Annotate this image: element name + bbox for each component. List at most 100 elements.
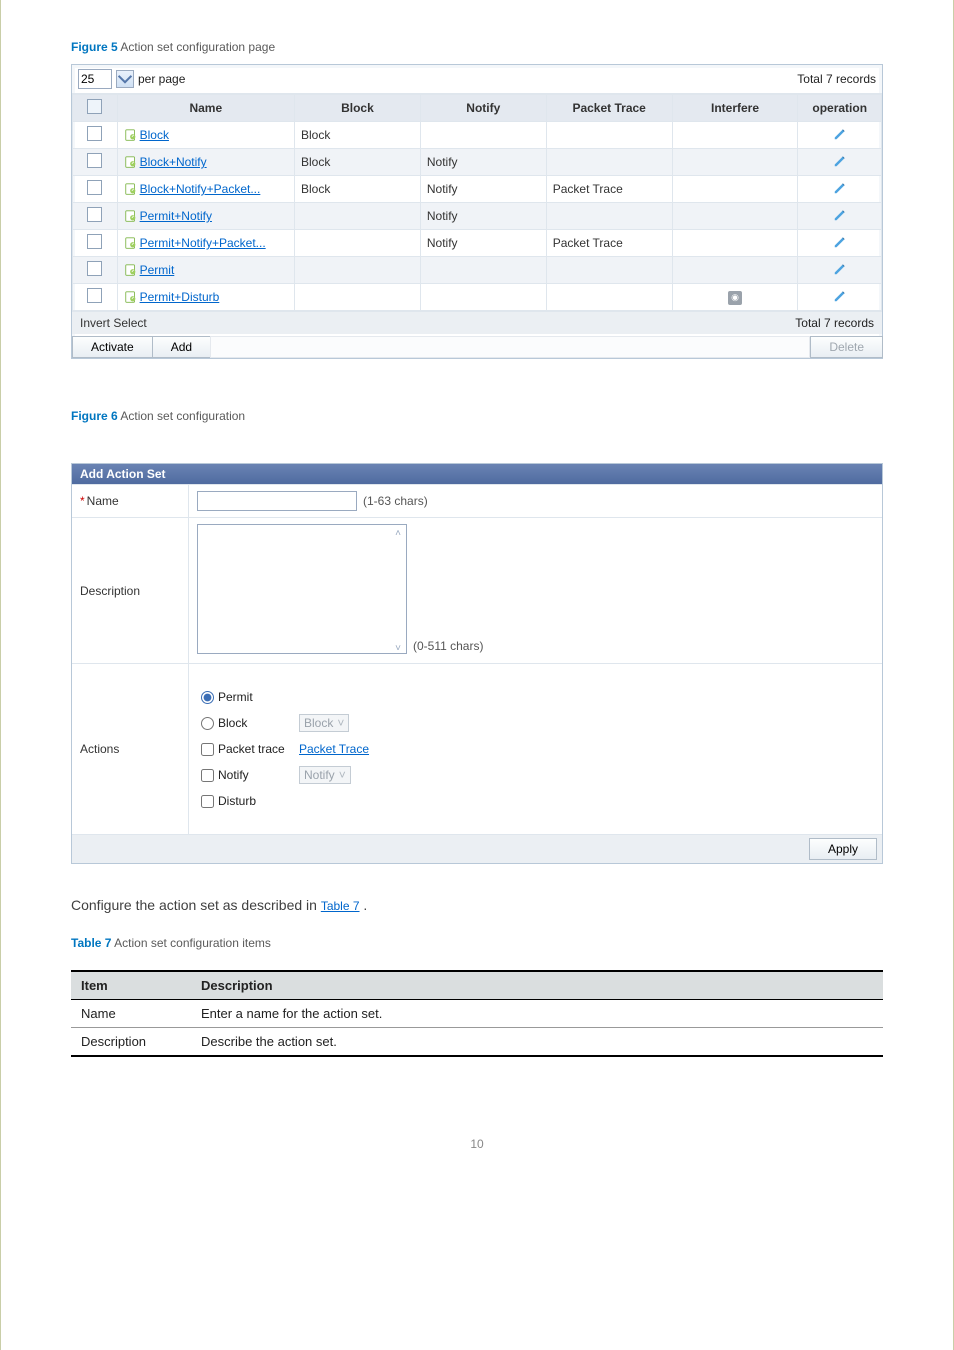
cell-notify: Notify	[420, 203, 546, 230]
description-label: Description	[72, 518, 188, 663]
disturb-checkbox-label[interactable]: Disturb	[201, 794, 289, 808]
param-row: Name Enter a name for the action set.	[71, 1000, 883, 1028]
per-page-label: per page	[138, 72, 185, 86]
cell-block	[295, 284, 421, 311]
action-set-name-link[interactable]: Block+Notify+Packet...	[140, 182, 261, 196]
description-textarea[interactable]	[197, 524, 407, 654]
packet-trace-checkbox-label[interactable]: Packet trace	[201, 742, 289, 756]
name-input[interactable]	[197, 491, 357, 511]
block-radio[interactable]	[201, 717, 214, 730]
cell-packet: Packet Trace	[546, 176, 672, 203]
action-packet-trace: Packet trace Packet Trace	[201, 742, 369, 756]
table7-number: Table 7	[71, 936, 111, 950]
name-label: * Name	[72, 485, 188, 517]
add-action-set-panel: Add Action Set * Name (1-63 chars) Descr…	[71, 463, 883, 864]
action-set-name-link[interactable]: Permit+Notify	[140, 209, 212, 223]
table7-caption: Table 7 Action set configuration items	[71, 936, 883, 950]
edit-icon[interactable]	[833, 127, 847, 144]
action-block: Block Block ˅	[201, 714, 369, 732]
cell-block	[295, 203, 421, 230]
edit-icon[interactable]	[833, 181, 847, 198]
table-row: Block+Notify Block Notify	[73, 149, 882, 176]
block-radio-label[interactable]: Block	[201, 716, 289, 730]
notify-checkbox-label[interactable]: Notify	[201, 768, 289, 782]
actions-label: Actions	[72, 664, 188, 834]
disturb-checkbox[interactable]	[201, 795, 214, 808]
param-item: Name	[71, 1000, 191, 1028]
invert-select-link[interactable]: Invert Select	[80, 316, 147, 330]
delete-button: Delete	[810, 336, 883, 358]
per-page-dropdown-icon[interactable]	[116, 70, 134, 88]
table7-link[interactable]: Table 7	[321, 899, 360, 913]
panel-title: Add Action Set	[72, 464, 882, 484]
edit-icon[interactable]	[833, 262, 847, 279]
row-checkbox[interactable]	[87, 180, 102, 195]
cell-interfere	[672, 176, 798, 203]
cell-block: Block	[295, 176, 421, 203]
notify-checkbox[interactable]	[201, 769, 214, 782]
action-permit: Permit	[201, 690, 369, 704]
row-checkbox[interactable]	[87, 234, 102, 249]
param-header-item: Item	[71, 971, 191, 1000]
activate-button[interactable]: Activate	[72, 336, 153, 358]
config-items-table: Item Description Name Enter a name for t…	[71, 970, 883, 1057]
cell-packet	[546, 203, 672, 230]
action-notify: Notify Notify ˅	[201, 766, 369, 784]
packet-trace-checkbox[interactable]	[201, 743, 214, 756]
cell-packet	[546, 257, 672, 284]
figure6-title: Action set configuration	[120, 409, 245, 423]
action-set-name-link[interactable]: Permit+Notify+Packet...	[140, 236, 266, 250]
cell-interfere	[672, 230, 798, 257]
row-checkbox[interactable]	[87, 207, 102, 222]
edit-icon[interactable]	[833, 154, 847, 171]
permit-radio[interactable]	[201, 691, 214, 704]
cell-interfere: ◉	[672, 284, 798, 311]
action-set-name-link[interactable]: Block+Notify	[140, 155, 207, 169]
col-header-select[interactable]	[73, 95, 118, 122]
col-header-block: Block	[295, 95, 421, 122]
per-page-input[interactable]	[78, 69, 112, 89]
field-row-description: Description ˄ ˅ (0-511 chars)	[72, 517, 882, 663]
cell-interfere	[672, 149, 798, 176]
cell-packet	[546, 122, 672, 149]
param-header-desc: Description	[191, 971, 883, 1000]
action-set-name-link[interactable]: Permit	[140, 263, 175, 277]
name-hint: (1-63 chars)	[363, 494, 428, 508]
grid-toolbar: per page Total 7 records	[72, 65, 882, 94]
grid-action-bar: Activate Add Delete	[72, 336, 882, 358]
table-row: Block Block	[73, 122, 882, 149]
edit-icon[interactable]	[833, 235, 847, 252]
col-header-notify: Notify	[420, 95, 546, 122]
cell-packet	[546, 149, 672, 176]
action-set-icon	[124, 263, 138, 277]
row-checkbox[interactable]	[87, 153, 102, 168]
action-set-name-link[interactable]: Permit+Disturb	[140, 290, 220, 304]
edit-icon[interactable]	[833, 208, 847, 225]
cell-notify	[420, 284, 546, 311]
row-checkbox[interactable]	[87, 126, 102, 141]
apply-button[interactable]: Apply	[809, 838, 877, 860]
interfere-icon: ◉	[728, 291, 742, 305]
edit-icon[interactable]	[833, 289, 847, 306]
cell-interfere	[672, 257, 798, 284]
col-header-operation: operation	[798, 95, 882, 122]
table-row: Permit	[73, 257, 882, 284]
cell-block: Block	[295, 122, 421, 149]
field-row-actions: Actions Permit Block	[72, 663, 882, 834]
cell-notify: Notify	[420, 176, 546, 203]
action-set-icon	[124, 209, 138, 223]
row-checkbox[interactable]	[87, 261, 102, 276]
row-checkbox[interactable]	[87, 288, 102, 303]
permit-radio-label[interactable]: Permit	[201, 690, 289, 704]
intro-paragraph: Configure the action set as described in…	[71, 894, 883, 916]
description-hint: (0-511 chars)	[413, 639, 483, 653]
action-set-icon	[124, 182, 138, 196]
action-set-name-link[interactable]: Block	[140, 128, 169, 142]
figure5-number: Figure 5	[71, 40, 118, 54]
figure5-caption: Figure 5 Action set configuration page	[71, 40, 883, 54]
add-button[interactable]: Add	[152, 336, 211, 358]
action-disturb: Disturb	[201, 794, 369, 808]
col-header-interfere: Interfere	[672, 95, 798, 122]
packet-trace-link[interactable]: Packet Trace	[299, 742, 369, 756]
required-asterisk: *	[80, 494, 85, 508]
